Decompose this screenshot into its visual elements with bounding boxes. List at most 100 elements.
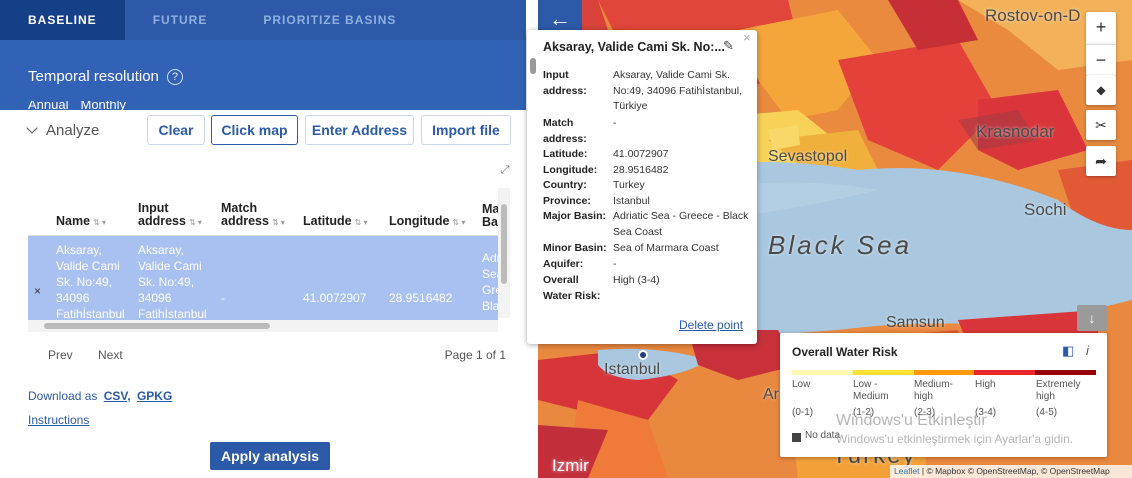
map-attribution: Leaflet | © Mapbox © OpenStreetMap, © Op… — [890, 465, 1132, 478]
column-header-latitude[interactable]: Latitude ⇅ ▾ — [303, 215, 368, 229]
sort-icon[interactable]: ⇅ ▾ — [189, 218, 202, 227]
analyze-toggle[interactable]: Analyze — [26, 122, 99, 139]
scrollbar-thumb[interactable] — [501, 204, 507, 284]
sort-icon[interactable]: ⇅ ▾ — [93, 218, 106, 227]
radio-monthly[interactable]: Monthly — [80, 101, 126, 110]
attribution-text: | © Mapbox © OpenStreetMap, © OpenStreet… — [919, 466, 1110, 476]
cell-latitude: 41.0072907 — [303, 291, 367, 305]
chevron-down-icon — [26, 122, 38, 134]
scrollbar-thumb[interactable] — [530, 58, 536, 74]
import-file-button[interactable]: Import file — [421, 115, 511, 145]
download-gpkg-link[interactable]: GPKG — [137, 389, 172, 403]
column-header-major-basin[interactable]: Major Ba — [482, 203, 498, 229]
legend-range-extremely-high: (4-5) — [1036, 407, 1058, 418]
legend-range-low: (0-1) — [792, 407, 814, 418]
cell-major-basin: Adr Sea Gre Bla — [482, 250, 498, 314]
enter-address-button[interactable]: Enter Address — [305, 115, 414, 145]
edit-pencil-icon[interactable]: ✎ — [723, 38, 734, 54]
tab-future[interactable]: FUTURE — [125, 0, 236, 40]
collapse-legend-button[interactable]: ↓ — [1077, 305, 1107, 331]
share-button[interactable]: ➦ — [1086, 146, 1116, 176]
table-vertical-scrollbar[interactable] — [498, 188, 510, 318]
temporal-resolution-label: Temporal resolution — [28, 68, 159, 85]
close-icon[interactable]: × — [743, 30, 751, 45]
tab-baseline[interactable]: BASELINE — [0, 0, 125, 40]
remove-row-icon[interactable]: × — [34, 284, 41, 298]
click-map-button[interactable]: Click map — [211, 115, 298, 145]
header-label: Match address — [221, 201, 269, 228]
prev-page-button[interactable]: Prev — [48, 348, 73, 362]
analyze-toolbar: Analyze Clear Click map Enter Address Im… — [0, 110, 526, 150]
popup-value-overall-risk: High (3-4) — [613, 274, 660, 286]
expand-icon[interactable]: ⤢ — [498, 163, 512, 177]
popup-label-minor-basin: Minor Basin: — [543, 242, 607, 254]
help-icon[interactable]: ? — [166, 68, 183, 85]
layers-button[interactable]: ◆ — [1086, 75, 1116, 105]
header-label: Name — [56, 214, 91, 228]
zoom-in-button[interactable]: + — [1086, 12, 1116, 44]
popup-value-minor-basin: Sea of Marmara Coast — [613, 242, 719, 254]
tab-prioritize-basins[interactable]: PRIORITIZE BASINS — [235, 0, 424, 40]
leaflet-link[interactable]: Leaflet — [894, 466, 920, 476]
sort-icon[interactable]: ⇅ ▾ — [355, 218, 368, 227]
map-label-sochi: Sochi — [1024, 200, 1067, 219]
popup-title: Aksaray, Valide Cami Sk. No:... — [543, 40, 725, 54]
analysis-panel: BASELINE FUTURE PRIORITIZE BASINS Tempor… — [0, 0, 538, 478]
popup-label-longitude: Longitude: — [543, 164, 598, 176]
tools-icon: ✂ — [1095, 117, 1107, 133]
legend-swatch-high — [974, 370, 1036, 375]
app-root: BASELINE FUTURE PRIORITIZE BASINS Tempor… — [0, 0, 1132, 478]
instructions-link[interactable]: Instructions — [28, 413, 89, 427]
location-pin-icon[interactable] — [638, 350, 648, 360]
radio-annual[interactable]: Annual — [28, 101, 68, 110]
next-page-button[interactable]: Next — [98, 348, 123, 362]
legend-label-medium-high: Medium-high — [914, 379, 953, 402]
zoom-out-button[interactable]: − — [1086, 44, 1116, 76]
legend-label-extremely-high: Extremely high — [1036, 379, 1081, 402]
location-popup: Aksaray, Valide Cami Sk. No:... ✎ × Inpu… — [527, 30, 757, 344]
sort-icon[interactable]: ⇅ ▾ — [452, 218, 465, 227]
measure-tool-button[interactable]: ✂ — [1086, 110, 1116, 140]
download-links: Download as CSV, GPKG — [28, 389, 172, 403]
column-header-match-address[interactable]: Match address ⇅ ▾ — [221, 202, 301, 229]
results-table: Name ⇅ ▾ Input address ⇅ ▾ Match address ⇅ … — [28, 188, 498, 330]
download-csv-link[interactable]: CSV, — [104, 389, 131, 403]
cell-line: Sea — [482, 267, 498, 281]
table-header: Name ⇅ ▾ Input address ⇅ ▾ Match address ⇅ … — [28, 188, 498, 236]
cell-line: Aksaray, — [138, 243, 184, 257]
cell-longitude: 28.9516482 — [389, 291, 453, 305]
popup-label-major-basin: Major Basin: — [543, 210, 607, 222]
map-label-sevastopol: Sevastopol — [768, 148, 848, 165]
map-label-izmir: Izmir — [552, 456, 589, 475]
popup-scrollbar[interactable] — [529, 44, 537, 74]
popup-value-aquifer: - — [613, 258, 617, 270]
scrollbar-thumb[interactable] — [44, 323, 270, 329]
info-icon[interactable]: i — [1086, 343, 1089, 358]
cell-line: Sk. No:49, — [56, 275, 113, 289]
clear-button[interactable]: Clear — [147, 115, 205, 145]
delete-point-link[interactable]: Delete point — [679, 318, 743, 332]
column-header-name[interactable]: Name ⇅ ▾ — [56, 215, 106, 229]
cell-line: Valide Cami — [138, 259, 202, 273]
download-label: Download as — [28, 389, 98, 403]
column-header-input-address[interactable]: Input address ⇅ ▾ — [138, 202, 218, 229]
tab-bar: BASELINE FUTURE PRIORITIZE BASINS — [0, 0, 526, 40]
cell-line: Valide Cami — [56, 259, 120, 273]
header-label: Latitude — [303, 214, 352, 228]
cell-line: 34096 — [138, 291, 172, 305]
apply-analysis-button[interactable]: Apply analysis — [210, 442, 330, 470]
column-header-longitude[interactable]: Longitude ⇅ ▾ — [389, 215, 465, 229]
map-label-rostov: Rostov-on-D — [985, 6, 1081, 25]
table-row[interactable]: × Aksaray, Valide Cami Sk. No:49, 34096 … — [28, 236, 498, 321]
legend-color-bar — [792, 370, 1096, 375]
legend-swatch-low — [792, 370, 853, 375]
sort-icon[interactable]: ⇅ ▾ — [272, 218, 285, 227]
table-horizontal-scrollbar[interactable] — [28, 320, 498, 332]
legend-swatch-no-data — [792, 433, 801, 442]
opacity-icon[interactable]: ◧ — [1062, 343, 1074, 359]
temporal-radio-group: Annual Monthly — [28, 101, 126, 110]
popup-label-aquifer: Aquifer: — [543, 258, 584, 270]
map-label-krasnodar: Krasnodar — [976, 122, 1055, 141]
header-label: Major Ba — [482, 203, 498, 229]
activation-watermark-title: Windows'u Etkinleştir — [836, 412, 987, 429]
